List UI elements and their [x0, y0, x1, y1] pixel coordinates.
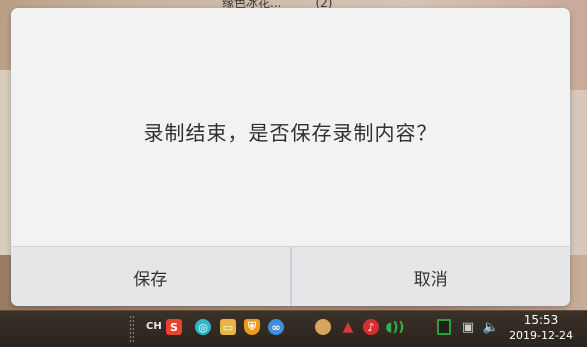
sogou-input-icon[interactable]: S: [166, 319, 182, 335]
taskbar: CH S ◎ ▭ ⛨ ∞ ▲ ♪ ◖)) ▣ 🔈 15:53 2019-12-2…: [0, 310, 587, 347]
save-button[interactable]: 保存: [11, 247, 290, 306]
weather-icon[interactable]: [315, 319, 331, 335]
baidu-netdisk-icon[interactable]: ∞: [268, 319, 284, 335]
system-clock[interactable]: 15:53 2019-12-24: [509, 313, 573, 343]
app-teal-icon[interactable]: ◎: [195, 319, 211, 335]
sound-app-icon[interactable]: ◖)): [386, 319, 405, 335]
save-recording-dialog: 录制结束，是否保存录制内容？ 保存 取消: [11, 8, 570, 306]
dialog-message: 录制结束，是否保存录制内容？: [143, 121, 438, 145]
shield-icon[interactable]: ⛨: [244, 319, 260, 335]
netease-music-icon[interactable]: ♪: [363, 319, 379, 335]
cancel-button[interactable]: 取消: [292, 247, 571, 306]
dialog-button-row: 保存 取消: [11, 246, 570, 306]
clock-date: 2019-12-24: [509, 329, 573, 342]
desktop-background: 缘色冰花... (2) 录制结束，是否保存录制内容？ 保存 取消 CH S ◎ ▭…: [0, 0, 587, 347]
folder-icon[interactable]: ▭: [220, 319, 236, 335]
clock-time: 15:53: [523, 313, 559, 327]
game-icon[interactable]: ▲: [340, 319, 356, 335]
network-icon[interactable]: ▣: [460, 319, 476, 335]
language-indicator[interactable]: CH: [146, 321, 162, 332]
battery-icon[interactable]: [437, 319, 451, 335]
taskbar-grip[interactable]: [129, 315, 134, 343]
volume-icon[interactable]: 🔈: [483, 319, 499, 335]
